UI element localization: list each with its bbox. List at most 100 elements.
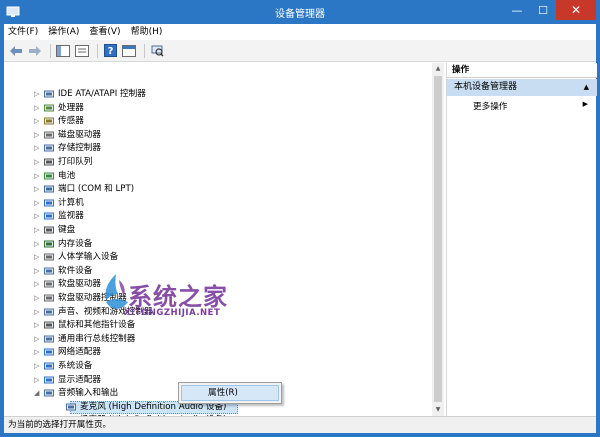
- minimize-icon: —: [511, 3, 523, 17]
- expand-arrow-icon[interactable]: ▷: [34, 102, 42, 115]
- collapse-arrow-icon[interactable]: ◢: [34, 387, 42, 400]
- scan-hardware-button[interactable]: [149, 43, 165, 59]
- tree-item-label: 网络适配器: [58, 347, 101, 358]
- tree-item-label: 磁盘驱动器: [58, 129, 101, 140]
- expand-arrow-icon[interactable]: ▷: [34, 156, 42, 169]
- tree-category-item[interactable]: ▷ 处理器: [4, 102, 432, 116]
- sound-icon: [44, 308, 54, 316]
- tree-item-label: 鼠标和其他指针设备: [58, 320, 136, 331]
- printer-icon: [44, 158, 54, 166]
- show-hide-tree-button[interactable]: [55, 43, 71, 59]
- expand-arrow-icon[interactable]: ▷: [34, 319, 42, 332]
- usb-icon: [44, 335, 54, 343]
- tree-category-item[interactable]: ▷ 鼠标和其他指针设备: [4, 319, 432, 333]
- expand-arrow-icon[interactable]: ▷: [34, 183, 42, 196]
- software-device-icon: [44, 267, 54, 275]
- tree-category-item[interactable]: ▷ 软件设备: [4, 265, 432, 279]
- actions-pane: 操作 本机设备管理器 ▲ 更多操作 ▶: [446, 63, 597, 416]
- tree-category-item[interactable]: ▷ 磁盘驱动器: [4, 129, 432, 143]
- close-button[interactable]: ✕: [556, 0, 596, 20]
- hid-icon: [44, 253, 54, 261]
- help-button[interactable]: ?: [102, 43, 118, 59]
- tree-category-item[interactable]: ▷ 软盘驱动器控制器: [4, 292, 432, 306]
- tree-category-item[interactable]: ▷ 内存设备: [4, 238, 432, 252]
- expand-arrow-icon[interactable]: ▷: [34, 224, 42, 237]
- toolbar-separator: [97, 43, 98, 58]
- maximize-button[interactable]: ☐: [530, 0, 556, 20]
- tree-category-item[interactable]: ▷ 人体学输入设备: [4, 251, 432, 265]
- back-arrow-icon: [10, 45, 22, 56]
- tree-item-label: 声音、视频和游戏控制器: [58, 306, 153, 317]
- tree-category-item[interactable]: ▷ 软盘驱动器: [4, 278, 432, 292]
- scroll-thumb[interactable]: [434, 76, 442, 402]
- monitor-icon: [44, 212, 54, 220]
- expand-arrow-icon[interactable]: ▷: [34, 306, 42, 319]
- properties-button[interactable]: [121, 43, 137, 59]
- toolbar-separator: [50, 43, 51, 58]
- expand-arrow-icon[interactable]: ▷: [34, 278, 42, 291]
- expand-arrow-icon[interactable]: ▷: [34, 251, 42, 264]
- minimize-button[interactable]: —: [504, 0, 530, 20]
- more-actions-item[interactable]: 更多操作: [473, 100, 507, 112]
- network-adapter-icon: [44, 348, 54, 356]
- expand-arrow-icon[interactable]: ▷: [34, 333, 42, 346]
- tree-scrollbar[interactable]: ▲ ▼: [432, 63, 444, 416]
- menu-bar: 文件(F) 操作(A) 查看(V) 帮助(H): [4, 24, 596, 40]
- forward-button[interactable]: [27, 43, 43, 59]
- back-button[interactable]: [8, 43, 24, 59]
- tree-category-item[interactable]: ▷ 监视器: [4, 210, 432, 224]
- expand-arrow-icon[interactable]: ▷: [34, 210, 42, 223]
- tree-item-label: 电池: [58, 170, 76, 181]
- tree-category-item[interactable]: ▷ 打印队列: [4, 156, 432, 170]
- computer-icon: [44, 199, 54, 207]
- ide-controller-icon: [44, 90, 54, 98]
- context-menu: 属性(R): [178, 382, 282, 404]
- tree-item-label: 音频输入和输出: [58, 388, 119, 399]
- tree-category-item[interactable]: ▷ 存储控制器: [4, 142, 432, 156]
- expand-arrow-icon[interactable]: ▷: [34, 129, 42, 142]
- tree-category-item[interactable]: ▷ 网络适配器: [4, 346, 432, 360]
- microphone-icon: [66, 403, 76, 411]
- tree-item-label: 处理器: [58, 102, 84, 113]
- tree-category-item[interactable]: ▷ 系统设备: [4, 360, 432, 374]
- properties-icon: [122, 44, 136, 57]
- expand-arrow-icon[interactable]: ▷: [34, 360, 42, 373]
- tree-item-label: 人体学输入设备: [58, 252, 119, 263]
- tree-category-item[interactable]: ▷ 计算机: [4, 197, 432, 211]
- expand-arrow-icon[interactable]: ▷: [34, 115, 42, 128]
- menu-file[interactable]: 文件(F): [4, 24, 42, 40]
- help-icon: ?: [103, 44, 117, 57]
- expand-arrow-icon[interactable]: ▷: [34, 292, 42, 305]
- tree-item-label: 软件设备: [58, 265, 93, 276]
- tree-category-item[interactable]: ▷ IDE ATA/ATAPI 控制器: [4, 88, 432, 102]
- device-tree: ▷ IDE ATA/ATAPI 控制器 ▷ 处理器 ▷ 传感器 ▷ 磁盘驱动器 ▷ 存储控制器 ▷ 打…: [4, 63, 432, 416]
- tree-category-item[interactable]: ▷ 声音、视频和游戏控制器: [4, 306, 432, 320]
- tree-category-item[interactable]: ▷ 通用串行总线控制器: [4, 333, 432, 347]
- tree-item-label: 系统设备: [58, 361, 93, 371]
- menu-view[interactable]: 查看(V): [85, 24, 124, 40]
- scroll-down-icon[interactable]: ▼: [432, 404, 444, 416]
- keyboard-icon: [44, 226, 54, 234]
- menu-help[interactable]: 帮助(H): [127, 24, 167, 40]
- expand-arrow-icon[interactable]: ▷: [34, 197, 42, 210]
- expand-arrow-icon[interactable]: ▷: [34, 265, 42, 278]
- context-menu-properties[interactable]: 属性(R): [181, 385, 279, 401]
- expand-arrow-icon[interactable]: ▷: [34, 88, 42, 101]
- collapse-up-icon[interactable]: ▲: [584, 79, 589, 96]
- tree-category-item[interactable]: ▷ 端口 (COM 和 LPT): [4, 183, 432, 197]
- console-tree-icon: [56, 44, 70, 57]
- expand-arrow-icon[interactable]: ▷: [34, 346, 42, 359]
- tree-category-item[interactable]: ▷ 传感器: [4, 115, 432, 129]
- expand-arrow-icon[interactable]: ▷: [34, 142, 42, 155]
- status-bar: 为当前的选择打开属性页。: [4, 416, 596, 433]
- properties-view-button[interactable]: [74, 43, 90, 59]
- menu-action[interactable]: 操作(A): [44, 24, 83, 40]
- svg-text:?: ?: [107, 46, 113, 57]
- expand-arrow-icon[interactable]: ▷: [34, 238, 42, 251]
- expand-arrow-icon[interactable]: ▷: [34, 374, 42, 387]
- actions-section-device-manager[interactable]: 本机设备管理器 ▲: [447, 79, 597, 96]
- scroll-up-icon[interactable]: ▲: [432, 63, 444, 75]
- tree-category-item[interactable]: ▷ 键盘: [4, 224, 432, 238]
- expand-arrow-icon[interactable]: ▷: [34, 170, 42, 183]
- tree-category-item[interactable]: ▷ 电池: [4, 170, 432, 184]
